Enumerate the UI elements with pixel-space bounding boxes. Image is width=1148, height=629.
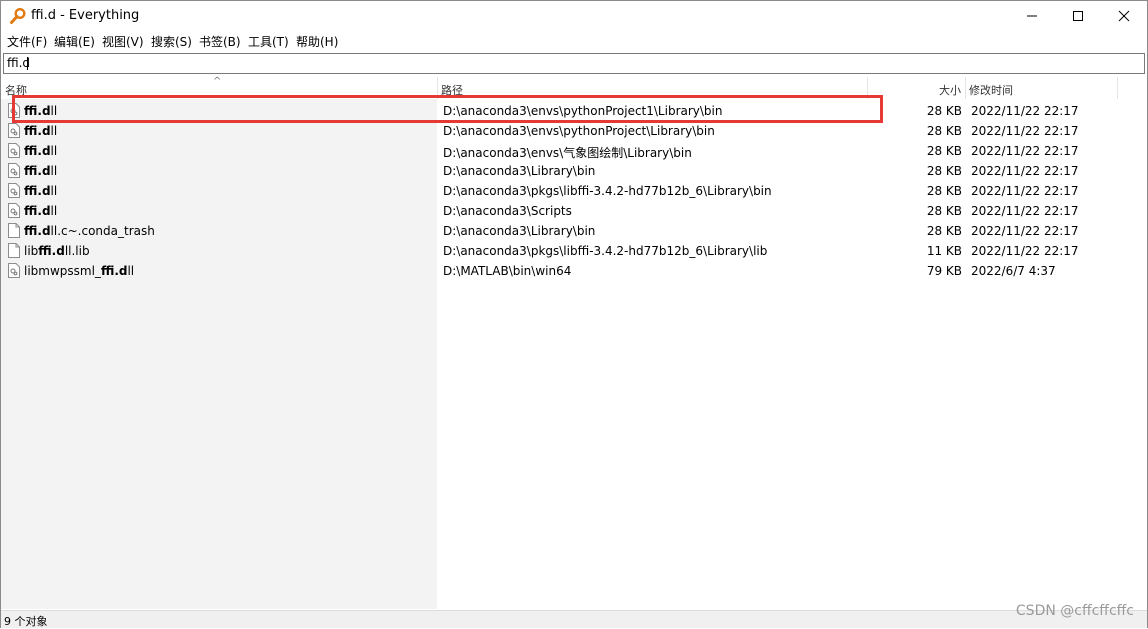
dll-file-icon [8, 203, 20, 218]
table-row[interactable]: ffi.dll.c~.conda_trash D:\anaconda3\Libr… [1, 221, 1147, 241]
dll-file-icon [8, 123, 20, 138]
file-name: libffi.dll.lib [24, 244, 90, 258]
file-path: D:\anaconda3\Library\bin [443, 164, 596, 178]
file-name: ffi.dll [24, 164, 58, 178]
file-size: 28 KB [926, 184, 962, 198]
table-row[interactable]: ffi.dll D:\anaconda3\envs\pythonProject\… [1, 121, 1147, 141]
dll-file-icon [8, 263, 20, 278]
magnifier-app-icon [9, 7, 27, 25]
file-modified: 2022/11/22 22:17 [971, 204, 1079, 218]
minimize-button[interactable] [1009, 1, 1055, 31]
file-modified: 2022/11/22 22:17 [971, 184, 1079, 198]
watermark: CSDN @cffcffcffc [1015, 603, 1134, 619]
file-modified: 2022/11/22 22:17 [971, 104, 1079, 118]
file-size: 11 KB [926, 244, 962, 258]
text-caret [27, 57, 28, 70]
file-modified: 2022/6/7 4:37 [971, 264, 1056, 278]
file-path: D:\anaconda3\pkgs\libffi-3.4.2-hd77b12b_… [443, 184, 772, 198]
file-name: libmwpssml_ffi.dll [24, 264, 135, 278]
file-modified: 2022/11/22 22:17 [971, 124, 1079, 138]
file-name: ffi.dll [24, 204, 58, 218]
file-modified: 2022/11/22 22:17 [971, 144, 1079, 158]
blank-file-icon [8, 223, 20, 238]
file-size: 28 KB [926, 104, 962, 118]
file-size: 28 KB [926, 204, 962, 218]
blank-file-icon [8, 243, 20, 258]
table-row[interactable]: ffi.dll D:\anaconda3\Scripts 28 KB 2022/… [1, 201, 1147, 221]
close-icon [1118, 10, 1130, 22]
dll-file-icon [8, 143, 20, 158]
menu-edit[interactable]: 编辑(E) [54, 33, 95, 50]
maximize-icon [1073, 11, 1083, 21]
menu-tools[interactable]: 工具(T) [248, 33, 289, 50]
menu-search[interactable]: 搜索(S) [151, 33, 192, 50]
file-path: D:\anaconda3\pkgs\libffi-3.4.2-hd77b12b_… [443, 244, 768, 258]
table-row[interactable]: ffi.dll D:\anaconda3\pkgs\libffi-3.4.2-h… [1, 181, 1147, 201]
file-name: ffi.dll.c~.conda_trash [24, 224, 155, 238]
table-row[interactable]: ffi.dll D:\anaconda3\envs\气象图绘制\Library\… [1, 141, 1147, 161]
menu-bookmarks[interactable]: 书签(B) [199, 33, 241, 50]
status-bar: 9 个对象 [1, 610, 1147, 628]
minimize-icon [1027, 15, 1037, 17]
table-row[interactable]: ffi.dll D:\anaconda3\Library\bin 28 KB 2… [1, 161, 1147, 181]
menu-bar: 文件(F) 编辑(E) 视图(V) 搜索(S) 书签(B) 工具(T) 帮助(H… [1, 31, 1147, 51]
file-path: D:\anaconda3\envs\气象图绘制\Library\bin [443, 146, 692, 160]
file-path: D:\anaconda3\Library\bin [443, 224, 596, 238]
menu-view[interactable]: 视图(V) [102, 33, 144, 50]
close-button[interactable] [1101, 1, 1147, 31]
menu-help[interactable]: 帮助(H) [296, 33, 338, 50]
file-size: 79 KB [926, 264, 962, 278]
file-name: ffi.dll [24, 124, 58, 138]
file-size: 28 KB [926, 224, 962, 238]
file-path: D:\MATLAB\bin\win64 [443, 264, 572, 278]
file-modified: 2022/11/22 22:17 [971, 244, 1079, 258]
file-path: D:\anaconda3\envs\pythonProject\Library\… [443, 124, 715, 138]
menu-file[interactable]: 文件(F) [7, 33, 47, 50]
status-object-count: 9 个对象 [4, 615, 48, 628]
everything-window: ffi.d - Everything 文件(F) 编辑(E) 视图(V) 搜索(… [0, 0, 1148, 628]
window-title: ffi.d - Everything [31, 8, 140, 23]
dll-file-icon [8, 163, 20, 178]
column-header-size[interactable]: 大小 [939, 82, 961, 98]
column-divider[interactable] [1117, 77, 1118, 99]
file-size: 28 KB [926, 124, 962, 138]
file-modified: 2022/11/22 22:17 [971, 224, 1079, 238]
table-row[interactable]: libffi.dll.lib D:\anaconda3\pkgs\libffi-… [1, 241, 1147, 261]
red-annotation-box [12, 95, 883, 123]
file-size: 28 KB [926, 144, 962, 158]
column-header-modified[interactable]: 修改时间 [969, 82, 1013, 98]
file-name: ffi.dll [24, 144, 58, 158]
file-path: D:\anaconda3\Scripts [443, 204, 572, 218]
table-row[interactable]: libmwpssml_ffi.dll D:\MATLAB\bin\win64 7… [1, 261, 1147, 281]
dll-file-icon [8, 183, 20, 198]
search-input[interactable]: ffi.d [3, 53, 1145, 74]
file-size: 28 KB [926, 164, 962, 178]
file-name: ffi.dll [24, 184, 58, 198]
column-divider[interactable] [965, 77, 966, 99]
file-modified: 2022/11/22 22:17 [971, 164, 1079, 178]
title-bar: ffi.d - Everything [1, 1, 1147, 31]
maximize-button[interactable] [1055, 1, 1101, 31]
sort-ascending-icon: ^ [213, 76, 222, 87]
